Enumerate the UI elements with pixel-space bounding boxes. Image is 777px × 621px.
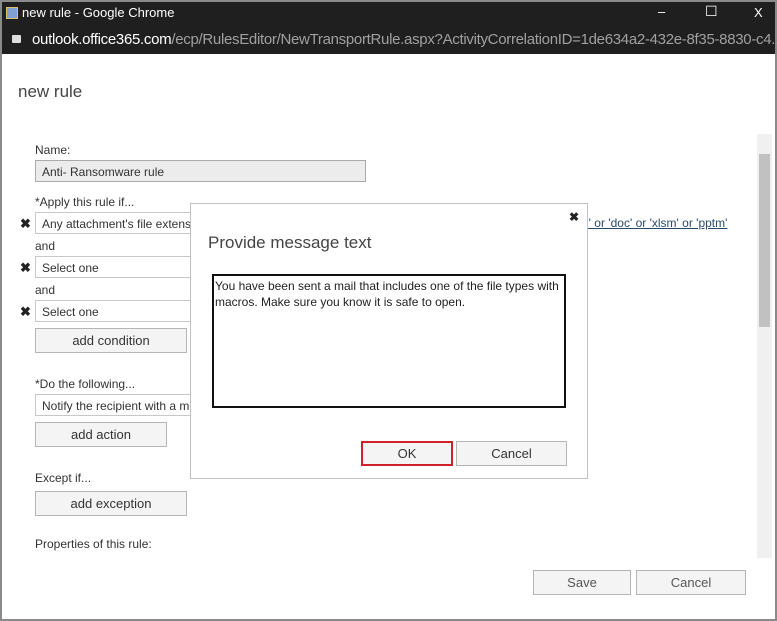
action-1[interactable]: Notify the recipient with a m bbox=[35, 394, 205, 416]
address-domain: outlook.office365.com bbox=[32, 31, 172, 48]
apply-label: *Apply this rule if... bbox=[35, 195, 135, 209]
add-exception-button[interactable]: add exception bbox=[35, 491, 187, 516]
remove-condition-icon[interactable]: ✖ bbox=[20, 216, 31, 232]
and-label: and bbox=[35, 239, 56, 253]
add-condition-button[interactable]: add condition bbox=[35, 328, 187, 353]
scrollbar[interactable] bbox=[757, 134, 772, 558]
close-window-button[interactable]: X bbox=[754, 5, 763, 20]
minimize-button[interactable]: – bbox=[658, 4, 665, 19]
dialog-cancel-button[interactable]: Cancel bbox=[456, 441, 567, 466]
window-title: new rule - Google Chrome bbox=[22, 5, 175, 20]
dialog-close-icon[interactable]: ✖ bbox=[569, 210, 579, 224]
address-bar[interactable]: outlook.office365.com/ecp/RulesEditor/Ne… bbox=[2, 26, 777, 54]
add-action-button[interactable]: add action bbox=[35, 422, 167, 447]
page-title: new rule bbox=[18, 82, 83, 101]
cancel-button[interactable]: Cancel bbox=[636, 570, 746, 595]
condition-2[interactable]: Select one bbox=[35, 256, 205, 278]
dialog-title: Provide message text bbox=[208, 233, 372, 252]
maximize-button[interactable]: ☐ bbox=[705, 3, 718, 20]
condition-1-link[interactable]: n' or 'doc' or 'xlsm' or 'pptm' bbox=[582, 216, 727, 230]
dialog-ok-button[interactable]: OK bbox=[361, 441, 453, 466]
page-icon bbox=[6, 7, 18, 19]
name-input[interactable]: Anti- Ransomware rule bbox=[35, 160, 366, 182]
name-label: Name: bbox=[35, 143, 71, 157]
address-path: /ecp/RulesEditor/NewTransportRule.aspx?A… bbox=[171, 31, 777, 48]
properties-label: Properties of this rule: bbox=[35, 537, 152, 551]
remove-condition-icon[interactable]: ✖ bbox=[20, 304, 31, 320]
save-button[interactable]: Save bbox=[533, 570, 631, 595]
scrollbar-thumb[interactable] bbox=[759, 154, 770, 327]
message-dialog: ✖ Provide message text You have been sen… bbox=[190, 203, 588, 479]
message-textarea[interactable]: You have been sent a mail that includes … bbox=[212, 274, 566, 408]
remove-condition-icon[interactable]: ✖ bbox=[20, 260, 31, 276]
window-titlebar: new rule - Google Chrome – ☐ X bbox=[2, 2, 775, 26]
and-label: and bbox=[35, 283, 56, 297]
except-label: Except if... bbox=[35, 471, 92, 485]
condition-3[interactable]: Select one bbox=[35, 300, 205, 322]
lock-icon bbox=[12, 35, 21, 43]
condition-1[interactable]: Any attachment's file extens bbox=[35, 212, 205, 234]
do-label: *Do the following... bbox=[35, 377, 136, 391]
